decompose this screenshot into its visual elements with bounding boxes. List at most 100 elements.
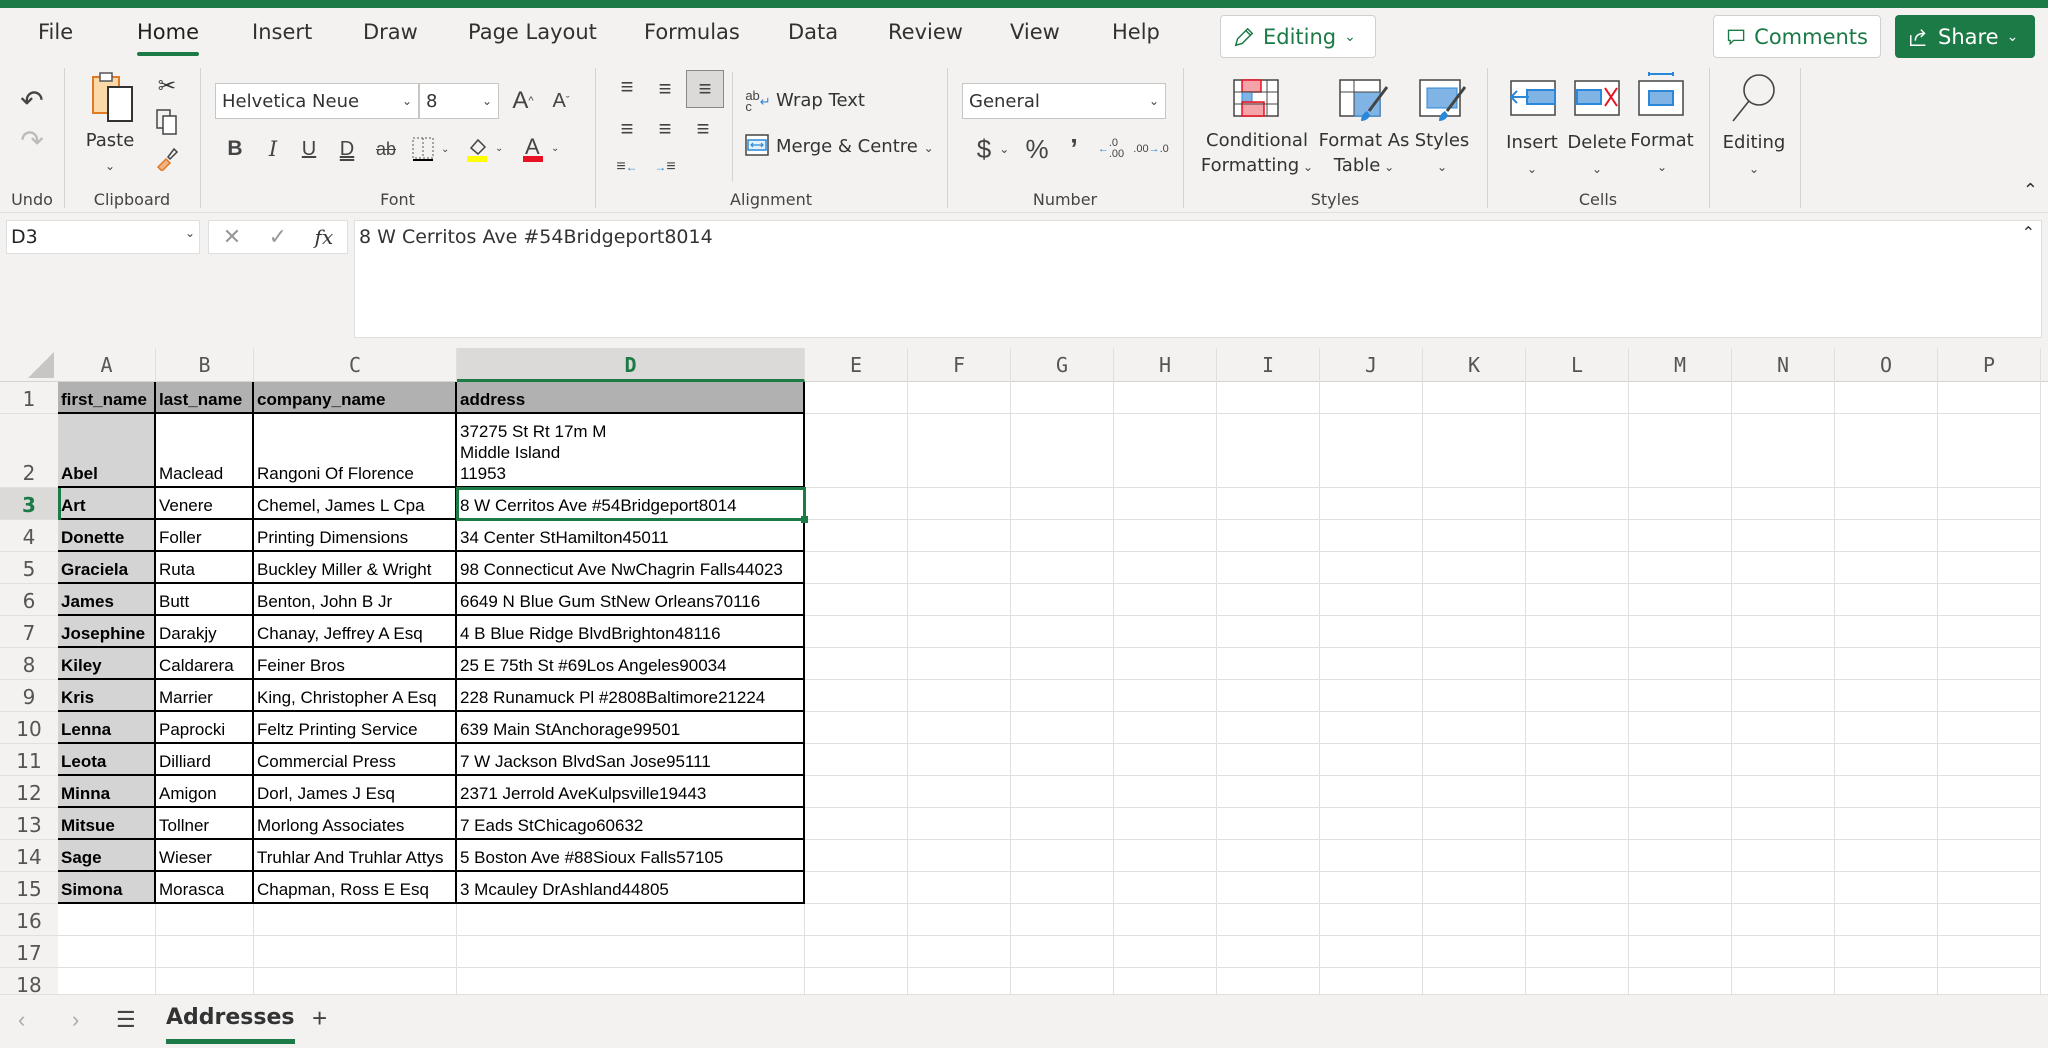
cell-d10[interactable]: 639 Main StAnchorage99501 bbox=[457, 712, 805, 744]
cell-h12[interactable] bbox=[1114, 776, 1217, 808]
cell-d8[interactable]: 25 E 75th St #69Los Angeles90034 bbox=[457, 648, 805, 680]
cell-k14[interactable] bbox=[1423, 840, 1526, 872]
cell-f18[interactable] bbox=[908, 968, 1011, 994]
cell-d12[interactable]: 2371 Jerrold AveKulpsville19443 bbox=[457, 776, 805, 808]
cell-e15[interactable] bbox=[805, 872, 908, 904]
format-as-table-label[interactable]: Format As Table ⌄ bbox=[1316, 128, 1412, 180]
cell-m13[interactable] bbox=[1629, 808, 1732, 840]
cell-e7[interactable] bbox=[805, 616, 908, 648]
cancel-icon[interactable]: ✕ bbox=[223, 224, 241, 250]
comma-style-icon[interactable]: ’ bbox=[1060, 132, 1088, 166]
cell-n7[interactable] bbox=[1732, 616, 1835, 648]
cell-l2[interactable] bbox=[1526, 414, 1629, 488]
cell-a13[interactable]: Mitsue bbox=[58, 808, 156, 840]
cell-n1[interactable] bbox=[1732, 382, 1835, 414]
cell-j10[interactable] bbox=[1320, 712, 1423, 744]
cell-e12[interactable] bbox=[805, 776, 908, 808]
row-header-6[interactable]: 6 bbox=[0, 584, 58, 616]
column-header-e[interactable]: E bbox=[805, 348, 908, 382]
column-header-b[interactable]: B bbox=[156, 348, 254, 382]
cell-k10[interactable] bbox=[1423, 712, 1526, 744]
tab-formulas[interactable]: Formulas bbox=[644, 20, 740, 44]
paste-icon[interactable] bbox=[88, 70, 138, 126]
cell-b9[interactable]: Marrier bbox=[156, 680, 254, 712]
cell-h6[interactable] bbox=[1114, 584, 1217, 616]
delete-cells-label[interactable]: Delete ⌄ bbox=[1566, 130, 1628, 182]
cell-d18[interactable] bbox=[457, 968, 805, 994]
cell-l18[interactable] bbox=[1526, 968, 1629, 994]
cell-h18[interactable] bbox=[1114, 968, 1217, 994]
cell-c12[interactable]: Dorl, James J Esq bbox=[254, 776, 457, 808]
cell-m14[interactable] bbox=[1629, 840, 1732, 872]
cell-i17[interactable] bbox=[1217, 936, 1320, 968]
cell-b10[interactable]: Paprocki bbox=[156, 712, 254, 744]
cell-f13[interactable] bbox=[908, 808, 1011, 840]
cell-o2[interactable] bbox=[1835, 414, 1938, 488]
cell-n11[interactable] bbox=[1732, 744, 1835, 776]
column-header-i[interactable]: I bbox=[1217, 348, 1320, 382]
decrease-font-size-icon[interactable]: Aˇ bbox=[546, 84, 576, 118]
cell-n13[interactable] bbox=[1732, 808, 1835, 840]
cell-p6[interactable] bbox=[1938, 584, 2041, 616]
cell-k18[interactable] bbox=[1423, 968, 1526, 994]
paste-label[interactable]: Paste bbox=[80, 128, 140, 153]
formula-input[interactable]: 8 W Cerritos Ave #54Bridgeport8014 ⌃ bbox=[354, 220, 2042, 338]
cell-a9[interactable]: Kris bbox=[58, 680, 156, 712]
cell-j13[interactable] bbox=[1320, 808, 1423, 840]
font-color-icon[interactable]: A ⌄ bbox=[520, 132, 568, 166]
collapse-formula-bar-icon[interactable]: ⌃ bbox=[2022, 223, 2035, 242]
increase-indent-icon[interactable]: → ≡ bbox=[650, 152, 680, 182]
cell-p1[interactable] bbox=[1938, 382, 2041, 414]
cell-p16[interactable] bbox=[1938, 904, 2041, 936]
cell-o7[interactable] bbox=[1835, 616, 1938, 648]
tab-home[interactable]: Home bbox=[137, 20, 200, 56]
cell-m3[interactable] bbox=[1629, 488, 1732, 520]
insert-cells-label[interactable]: Insert ⌄ bbox=[1502, 130, 1562, 182]
number-format-select[interactable]: General ⌄ bbox=[962, 83, 1166, 119]
cell-m15[interactable] bbox=[1629, 872, 1732, 904]
cell-b15[interactable]: Morasca bbox=[156, 872, 254, 904]
cell-l11[interactable] bbox=[1526, 744, 1629, 776]
tab-help[interactable]: Help bbox=[1112, 20, 1160, 44]
cell-m9[interactable] bbox=[1629, 680, 1732, 712]
tab-file[interactable]: File bbox=[38, 20, 73, 44]
cell-k9[interactable] bbox=[1423, 680, 1526, 712]
cell-c10[interactable]: Feltz Printing Service bbox=[254, 712, 457, 744]
cell-g18[interactable] bbox=[1011, 968, 1114, 994]
decrease-decimal-icon[interactable]: .00 → .0 bbox=[1133, 132, 1168, 166]
cell-i6[interactable] bbox=[1217, 584, 1320, 616]
cell-f12[interactable] bbox=[908, 776, 1011, 808]
cell-f11[interactable] bbox=[908, 744, 1011, 776]
cell-a7[interactable]: Josephine bbox=[58, 616, 156, 648]
cell-i11[interactable] bbox=[1217, 744, 1320, 776]
cell-d2[interactable]: 37275 St Rt 17m M Middle Island 11953 bbox=[457, 414, 805, 488]
cell-i1[interactable] bbox=[1217, 382, 1320, 414]
cell-o15[interactable] bbox=[1835, 872, 1938, 904]
cell-f5[interactable] bbox=[908, 552, 1011, 584]
align-center-icon[interactable]: ≡ bbox=[650, 114, 680, 144]
search-icon[interactable] bbox=[1728, 72, 1778, 124]
cell-a18[interactable] bbox=[58, 968, 156, 994]
cut-icon[interactable]: ✂ bbox=[154, 72, 180, 100]
cell-k13[interactable] bbox=[1423, 808, 1526, 840]
cell-f9[interactable] bbox=[908, 680, 1011, 712]
strikethrough-icon[interactable]: ab bbox=[372, 132, 400, 166]
cell-g1[interactable] bbox=[1011, 382, 1114, 414]
cell-h1[interactable] bbox=[1114, 382, 1217, 414]
cell-i13[interactable] bbox=[1217, 808, 1320, 840]
cell-c4[interactable]: Printing Dimensions bbox=[254, 520, 457, 552]
cell-d17[interactable] bbox=[457, 936, 805, 968]
cell-d7[interactable]: 4 B Blue Ridge BlvdBrighton48116 bbox=[457, 616, 805, 648]
cell-m2[interactable] bbox=[1629, 414, 1732, 488]
row-header-14[interactable]: 14 bbox=[0, 840, 58, 872]
cell-m7[interactable] bbox=[1629, 616, 1732, 648]
cell-i14[interactable] bbox=[1217, 840, 1320, 872]
cell-c17[interactable] bbox=[254, 936, 457, 968]
cell-k15[interactable] bbox=[1423, 872, 1526, 904]
cell-l5[interactable] bbox=[1526, 552, 1629, 584]
cell-n10[interactable] bbox=[1732, 712, 1835, 744]
column-header-h[interactable]: H bbox=[1114, 348, 1217, 382]
column-header-d[interactable]: D bbox=[457, 348, 805, 382]
cell-f8[interactable] bbox=[908, 648, 1011, 680]
cell-n18[interactable] bbox=[1732, 968, 1835, 994]
